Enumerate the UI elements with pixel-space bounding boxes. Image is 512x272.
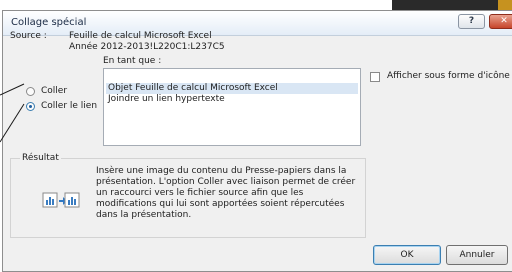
source-label: Source : [10, 31, 47, 41]
ok-button[interactable]: OK [373, 245, 441, 265]
paste-link-icon [42, 192, 80, 208]
background-window-edge [392, 0, 512, 10]
paste-as-listbox[interactable]: Objet Feuille de calcul Microsoft Excel … [103, 68, 361, 146]
list-item[interactable]: Joindre un lien hypertexte [106, 94, 225, 105]
as-label: En tant que : [103, 56, 162, 66]
result-line: un raccourci vers le fichier source afin… [96, 188, 304, 198]
dialog-title: Collage spécial [11, 17, 87, 28]
result-line: présentation. L'option Coller avec liais… [96, 177, 356, 187]
cancel-button[interactable]: Annuler [446, 245, 508, 265]
result-line: Insère une image du contenu du Presse-pa… [96, 166, 347, 176]
close-button[interactable]: ✕ [489, 14, 512, 29]
paste-link-radio[interactable] [26, 102, 35, 111]
result-line: dans la présentation. [96, 210, 192, 220]
result-line: modifications qui lui sont apportées soi… [96, 199, 345, 209]
source-file: Feuille de calcul Microsoft Excel [69, 31, 212, 41]
list-item[interactable]: Objet Feuille de calcul Microsoft Excel [106, 83, 358, 94]
paste-radio[interactable] [26, 87, 35, 96]
display-as-icon-checkbox[interactable] [370, 72, 380, 82]
source-range: Année 2012-2013!L220C1:L237C5 [69, 42, 225, 52]
result-title: Résultat [20, 153, 61, 163]
paste-link-radio-label[interactable]: Coller le lien [41, 101, 97, 111]
paste-radio-label[interactable]: Coller [41, 86, 67, 96]
help-button[interactable]: ? [458, 14, 485, 29]
result-description: Insère une image du contenu du Presse-pa… [96, 166, 360, 221]
display-as-icon-label[interactable]: Afficher sous forme d'icône [387, 71, 510, 81]
